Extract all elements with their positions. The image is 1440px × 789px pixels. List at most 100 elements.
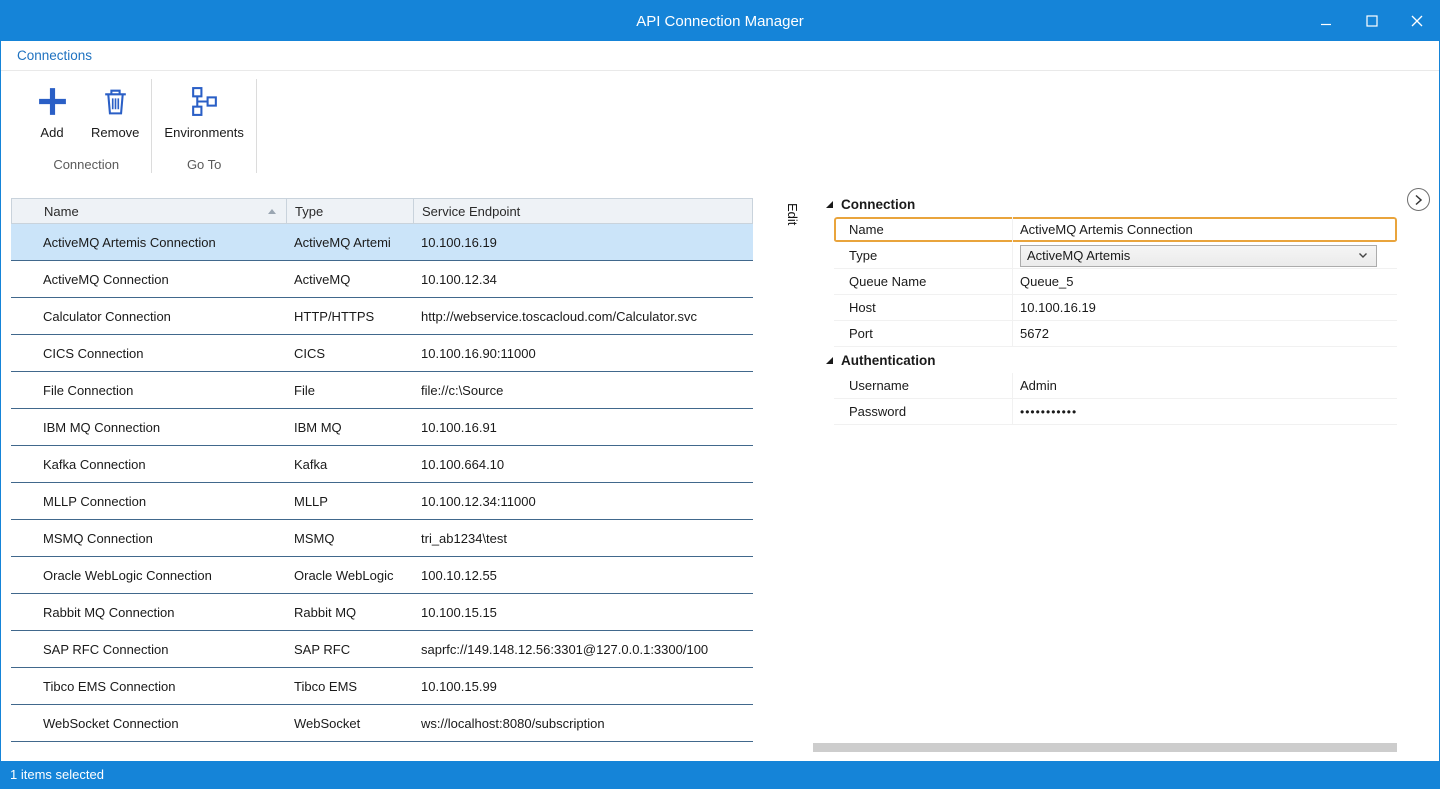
ribbon-group-connection: Add Remove Connection <box>23 71 149 181</box>
scrollbar-thumb[interactable] <box>813 743 1397 752</box>
cell-name: IBM MQ Connection <box>11 409 286 445</box>
environments-icon <box>188 85 221 118</box>
ribbon-separator <box>256 79 257 173</box>
chevron-right-icon <box>1414 194 1423 206</box>
table-row[interactable]: ActiveMQ Artemis Connection ActiveMQ Art… <box>11 224 753 261</box>
field-label: Port <box>834 321 1013 346</box>
cell-type: WebSocket <box>286 705 413 741</box>
sort-ascending-icon <box>268 209 276 214</box>
collapse-panel-button[interactable] <box>1407 188 1430 211</box>
cell-type: SAP RFC <box>286 631 413 667</box>
selection-count: 1 items selected <box>10 767 104 782</box>
cell-type: Oracle WebLogic <box>286 557 413 593</box>
cell-name: MSMQ Connection <box>11 520 286 556</box>
cell-endpoint: 10.100.664.10 <box>413 446 753 482</box>
remove-button-label: Remove <box>91 125 139 140</box>
cell-name: Rabbit MQ Connection <box>11 594 286 630</box>
cell-type: MSMQ <box>286 520 413 556</box>
host-input[interactable]: 10.100.16.19 <box>1013 295 1397 320</box>
minimize-icon <box>1321 16 1332 27</box>
field-row-username: Username Admin <box>834 373 1397 399</box>
ribbon-group-goto: Environments Go To <box>154 71 253 181</box>
table-row[interactable]: CICS Connection CICS 10.100.16.90:11000 <box>11 335 753 372</box>
column-header-type[interactable]: Type <box>287 199 414 223</box>
cell-endpoint: 10.100.15.99 <box>413 668 753 704</box>
remove-button[interactable]: Remove <box>81 77 149 144</box>
port-input[interactable]: 5672 <box>1013 321 1397 346</box>
expander-triangle-icon <box>826 201 833 208</box>
cell-name: ActiveMQ Artemis Connection <box>11 224 286 260</box>
name-input[interactable]: ActiveMQ Artemis Connection <box>1013 217 1397 242</box>
table-row[interactable]: SAP RFC Connection SAP RFC saprfc://149.… <box>11 631 753 668</box>
maximize-button[interactable] <box>1349 1 1394 41</box>
window-controls <box>1304 1 1439 41</box>
type-dropdown[interactable]: ActiveMQ Artemis <box>1020 245 1377 267</box>
close-button[interactable] <box>1394 1 1439 41</box>
horizontal-scrollbar[interactable] <box>813 743 1397 752</box>
table-row[interactable]: MSMQ Connection MSMQ tri_ab1234\test <box>11 520 753 557</box>
cell-endpoint: 10.100.15.15 <box>413 594 753 630</box>
password-input[interactable]: ••••••••••• <box>1013 399 1397 424</box>
app-window: API Connection Manager Connections Add <box>0 0 1440 789</box>
environments-button[interactable]: Environments <box>154 77 253 144</box>
table-row[interactable]: ActiveMQ Connection ActiveMQ 10.100.12.3… <box>11 261 753 298</box>
table-row[interactable]: Tibco EMS Connection Tibco EMS 10.100.15… <box>11 668 753 705</box>
ribbon-group-label-connection: Connection <box>23 155 149 181</box>
maximize-icon <box>1366 15 1378 27</box>
cell-endpoint: 10.100.16.19 <box>413 224 753 260</box>
cell-type: ActiveMQ <box>286 261 413 297</box>
add-button-label: Add <box>40 125 63 140</box>
field-label: Password <box>834 399 1013 424</box>
cell-type: Rabbit MQ <box>286 594 413 630</box>
table-row[interactable]: MLLP Connection MLLP 10.100.12.34:11000 <box>11 483 753 520</box>
tab-connections[interactable]: Connections <box>17 48 92 63</box>
section-connection[interactable]: Connection <box>813 191 1397 217</box>
table-row[interactable]: Calculator Connection HTTP/HTTPS http://… <box>11 298 753 335</box>
ribbon-group-label-goto: Go To <box>154 155 253 181</box>
edit-panel: Edit Connection Name ActiveMQ Artemis Co… <box>776 181 1439 761</box>
table-row[interactable]: IBM MQ Connection IBM MQ 10.100.16.91 <box>11 409 753 446</box>
cell-endpoint: 10.100.16.90:11000 <box>413 335 753 371</box>
column-header-name[interactable]: Name <box>12 199 287 223</box>
cell-type: Kafka <box>286 446 413 482</box>
table-row[interactable]: Oracle WebLogic Connection Oracle WebLog… <box>11 557 753 594</box>
queue-name-input[interactable]: Queue_5 <box>1013 269 1397 294</box>
menu-bar: Connections <box>1 41 1439 71</box>
ribbon: Add Remove Connection <box>1 71 1439 181</box>
field-label: Username <box>834 373 1013 398</box>
table-row[interactable]: Kafka Connection Kafka 10.100.664.10 <box>11 446 753 483</box>
cell-type: HTTP/HTTPS <box>286 298 413 334</box>
edit-tab[interactable]: Edit <box>785 203 800 225</box>
cell-endpoint: saprfc://149.148.12.56:3301@127.0.0.1:33… <box>413 631 753 667</box>
field-row-name: Name ActiveMQ Artemis Connection <box>834 217 1397 243</box>
cell-name: CICS Connection <box>11 335 286 371</box>
connections-table: Name Type Service Endpoint ActiveMQ Arte… <box>11 198 753 742</box>
column-header-endpoint[interactable]: Service Endpoint <box>414 199 752 223</box>
cell-endpoint: 10.100.12.34 <box>413 261 753 297</box>
main-content: Name Type Service Endpoint ActiveMQ Arte… <box>1 181 1439 761</box>
property-grid: Connection Name ActiveMQ Artemis Connect… <box>813 191 1397 425</box>
minimize-button[interactable] <box>1304 1 1349 41</box>
table-header: Name Type Service Endpoint <box>11 198 753 224</box>
ribbon-separator <box>151 79 152 173</box>
cell-endpoint: tri_ab1234\test <box>413 520 753 556</box>
section-authentication[interactable]: Authentication <box>813 347 1397 373</box>
cell-type: MLLP <box>286 483 413 519</box>
field-row-host: Host 10.100.16.19 <box>834 295 1397 321</box>
chevron-down-icon <box>1358 252 1368 259</box>
cell-endpoint: 10.100.12.34:11000 <box>413 483 753 519</box>
table-row[interactable]: Rabbit MQ Connection Rabbit MQ 10.100.15… <box>11 594 753 631</box>
expander-triangle-icon <box>826 357 833 364</box>
add-button[interactable]: Add <box>23 77 81 144</box>
cell-name: File Connection <box>11 372 286 408</box>
cell-endpoint: file://c:\Source <box>413 372 753 408</box>
cell-endpoint: ws://localhost:8080/subscription <box>413 705 753 741</box>
field-label: Name <box>834 217 1013 242</box>
table-body: ActiveMQ Artemis Connection ActiveMQ Art… <box>11 224 753 742</box>
table-row[interactable]: File Connection File file://c:\Source <box>11 372 753 409</box>
title-bar: API Connection Manager <box>1 1 1439 41</box>
plus-icon <box>36 85 69 118</box>
username-input[interactable]: Admin <box>1013 373 1397 398</box>
table-row[interactable]: WebSocket Connection WebSocket ws://loca… <box>11 705 753 742</box>
cell-endpoint: 100.10.12.55 <box>413 557 753 593</box>
